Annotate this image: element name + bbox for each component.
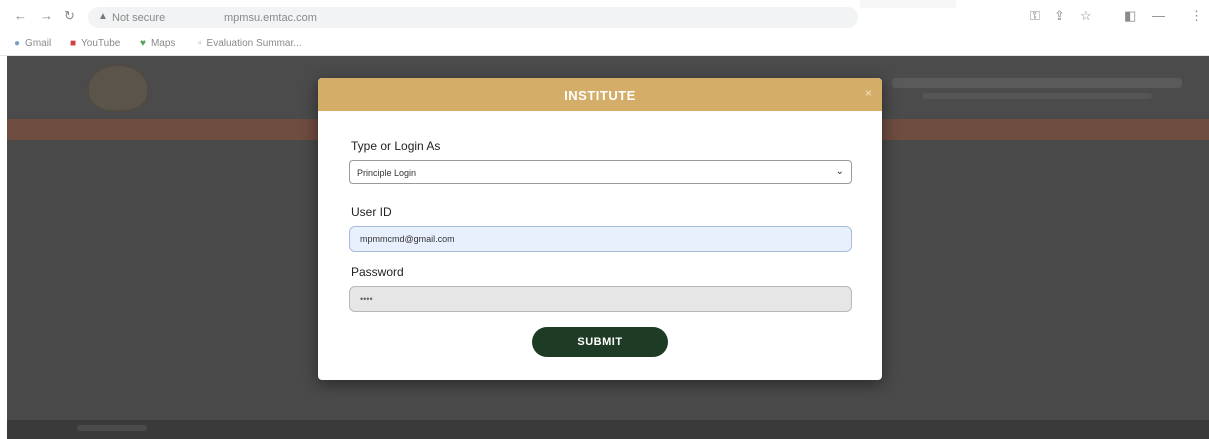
login-type-select[interactable]: Principle Login ⌄: [349, 160, 852, 184]
university-name-blurred: [892, 78, 1182, 88]
page-icon: ▫: [198, 38, 202, 49]
bookmark-gmail[interactable]: ● Gmail: [14, 38, 51, 49]
maps-icon: ♥: [140, 38, 146, 49]
bookmark-evaluation[interactable]: ▫ Evaluation Summar...: [198, 38, 302, 49]
modal-header: INSTITUTE ×: [318, 78, 882, 111]
close-icon[interactable]: ×: [865, 86, 872, 100]
key-icon[interactable]: ⚿: [1030, 9, 1040, 23]
address-bar[interactable]: [88, 7, 858, 28]
youtube-icon: ■: [70, 38, 77, 49]
password-input[interactable]: [349, 286, 852, 312]
back-arrow-icon[interactable]: ←: [14, 9, 27, 23]
university-logo-icon: [87, 64, 149, 112]
share-icon[interactable]: ⇪: [1054, 9, 1065, 23]
bookmark-youtube[interactable]: ■ YouTube: [70, 38, 120, 49]
user-id-label: User ID: [351, 205, 392, 219]
url-text[interactable]: mpmsu.emtac.com: [224, 12, 317, 24]
bookmarks-bar: ● Gmail ■ YouTube ♥ Maps ▫ Evaluation Summar…: [0, 34, 1209, 56]
tab-strip: [860, 0, 956, 8]
login-type-label: Type or Login As: [351, 139, 441, 153]
user-id-input[interactable]: [349, 226, 852, 252]
forward-arrow-icon[interactable]: →: [40, 9, 53, 23]
login-type-selected-value: Principle Login: [357, 168, 417, 178]
university-subtitle-blurred: [922, 93, 1152, 99]
chevron-down-icon: ⌄: [835, 166, 844, 177]
institute-login-modal: INSTITUTE × Type or Login As Principle L…: [318, 78, 882, 380]
modal-title: INSTITUTE: [564, 88, 636, 103]
warning-icon[interactable]: ▲: [98, 11, 108, 22]
bookmark-maps[interactable]: ♥ Maps: [140, 38, 175, 49]
menu-dots-icon[interactable]: ⋮: [1190, 9, 1203, 23]
sidebar-icon[interactable]: ◧: [1124, 9, 1136, 23]
minimize-icon[interactable]: —: [1152, 9, 1165, 23]
star-icon[interactable]: ☆: [1080, 9, 1092, 23]
reload-icon[interactable]: ↻: [64, 9, 75, 23]
not-secure-label[interactable]: Not secure: [112, 12, 165, 24]
gmail-icon: ●: [14, 38, 21, 49]
footer-text-blurred: [77, 425, 147, 431]
browser-toolbar: ← → ↻ ▲ Not secure mpmsu.emtac.com ⚿ ⇪ ☆…: [0, 0, 1209, 34]
password-label: Password: [351, 265, 404, 279]
page-footer: [7, 420, 1209, 439]
submit-button[interactable]: SUBMIT: [532, 327, 668, 357]
